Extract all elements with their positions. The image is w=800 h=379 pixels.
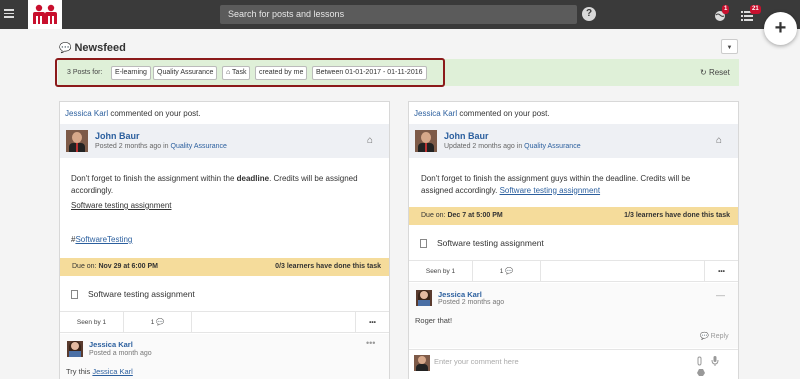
document-icon [71, 290, 78, 300]
comment-mention-link[interactable]: Jessica Karl [92, 367, 132, 376]
microphone-icon[interactable] [711, 356, 719, 366]
comments-count[interactable]: 1 💬 [124, 312, 192, 332]
search-placeholder: Search for posts and lessons [228, 9, 345, 19]
due-bar: Due on: Dec 7 at 5:00 PM 1/3 learners ha… [409, 207, 738, 225]
learners-status: 1/3 learners have done this task [624, 212, 730, 219]
notifications-button[interactable]: 1 [714, 5, 730, 22]
reply-button[interactable]: 💬 Reply [700, 332, 729, 340]
help-icon[interactable]: ? [582, 7, 596, 21]
comments-count-value: 1 [150, 319, 155, 326]
assignment-title: Software testing assignment [88, 289, 195, 299]
comment-text: Roger that! [415, 316, 453, 325]
hashtag: #SoftwareTesting [71, 234, 132, 246]
post-body: Don't forget to finish the assignment gu… [421, 173, 721, 196]
more-options-button[interactable]: ••• [704, 261, 738, 281]
drive-icon[interactable] [697, 369, 705, 376]
comment-author[interactable]: Jessica Karl [89, 340, 133, 349]
due-label: Due on: [421, 212, 448, 219]
page-title: 💬 Newsfeed [59, 42, 126, 54]
notice-user-link[interactable]: Jessica Karl [414, 109, 457, 118]
reply-icon: 💬 [700, 333, 711, 340]
avatar[interactable] [416, 290, 432, 306]
reset-button[interactable]: ↻ Reset [700, 68, 730, 77]
avatar[interactable] [67, 341, 83, 357]
author-name[interactable]: John Baur [95, 131, 140, 141]
avatar [414, 355, 430, 371]
tasks-badge: 21 [750, 5, 761, 14]
paperclip-icon[interactable] [696, 356, 704, 366]
hashtag-link[interactable]: SoftwareTesting [75, 235, 132, 244]
assignment-link[interactable]: Software testing assignment [500, 186, 601, 195]
post-author-row [409, 124, 738, 158]
seen-by[interactable]: Seen by 1 [409, 261, 473, 281]
create-post-button[interactable]: + [764, 12, 797, 45]
due-label: Due on: [72, 263, 99, 270]
avatar[interactable] [415, 130, 437, 152]
app-logo[interactable] [28, 0, 62, 29]
comment-text: Try this Jessica Karl [66, 367, 133, 376]
due-date: Due on: Dec 7 at 5:00 PM [421, 212, 503, 219]
post-body-text: Don't forget to finish the assignment wi… [71, 174, 237, 183]
group-link[interactable]: Quality Assurance [171, 143, 227, 150]
notice-text: commented on your post. [457, 109, 550, 118]
reply-label: Reply [710, 333, 729, 340]
comment-menu-button[interactable]: ••• [366, 338, 375, 348]
filter-icon: ▼ [726, 45, 733, 51]
comments-count-value: 1 [499, 268, 504, 275]
post-notice: Jessica Karl commented on your post. [65, 109, 201, 118]
comment-icon: 💬 [156, 319, 165, 326]
comment-text-pre: Try this [66, 367, 93, 376]
comment-time: Posted 2 months ago [438, 299, 505, 306]
comments-count[interactable]: 1 💬 [473, 261, 541, 281]
assignment-item[interactable]: Software testing assignment [71, 289, 195, 300]
document-icon [420, 239, 427, 249]
tasks-button[interactable]: 21 [741, 5, 761, 22]
post-body-bold: deadline [236, 174, 270, 183]
post-body: Don't forget to finish the assignment wi… [71, 173, 371, 196]
filter-highlight [55, 58, 445, 87]
home-icon: ⌂ [367, 135, 374, 146]
comment-menu-button[interactable]: — [716, 290, 725, 300]
logo-icon [33, 4, 57, 24]
post-time: Posted 2 months ago in [95, 143, 171, 150]
notice-text: commented on your post. [108, 109, 201, 118]
comment-author[interactable]: Jessica Karl [438, 290, 482, 299]
group-link[interactable]: Quality Assurance [524, 143, 580, 150]
comments-icon: 💬 [59, 43, 72, 54]
post-author-row [60, 124, 389, 158]
top-navigation-bar: Search for posts and lessons ? 1 21 [0, 0, 800, 29]
post-time: Updated 2 months ago in [444, 143, 525, 150]
due-bar: Due on: Nov 29 at 6:00 PM 0/3 learners h… [60, 258, 389, 276]
assignment-item[interactable]: Software testing assignment [420, 238, 544, 249]
post-notice: Jessica Karl commented on your post. [414, 109, 550, 118]
comment-time: Posted a month ago [89, 350, 152, 357]
search-input[interactable]: Search for posts and lessons [220, 5, 577, 24]
menu-icon[interactable] [4, 9, 14, 18]
learners-status: 0/3 learners have done this task [275, 263, 381, 270]
assignment-title: Software testing assignment [437, 238, 544, 248]
comment-icon: 💬 [505, 268, 514, 275]
post-stats-row: Seen by 1 1 💬 ••• [60, 311, 389, 333]
post-stats-row: Seen by 1 1 💬 ••• [409, 260, 738, 282]
page-title-text: Newsfeed [74, 42, 126, 54]
avatar[interactable] [66, 130, 88, 152]
post-meta: Posted 2 months ago in Quality Assurance [95, 143, 227, 150]
assignment-link[interactable]: Software testing assignment [71, 200, 172, 212]
filter-button[interactable]: ▼ [721, 39, 738, 54]
home-icon: ⌂ [716, 135, 723, 146]
due-value: Nov 29 at 6:00 PM [98, 263, 158, 270]
more-options-button[interactable]: ••• [355, 312, 389, 332]
reset-label: Reset [708, 68, 730, 77]
due-date: Due on: Nov 29 at 6:00 PM [72, 263, 158, 270]
refresh-icon: ↻ [700, 68, 709, 77]
seen-by[interactable]: Seen by 1 [60, 312, 124, 332]
comment-input[interactable]: Enter your comment here [409, 349, 738, 379]
post-meta: Updated 2 months ago in Quality Assuranc… [444, 143, 581, 150]
notifications-badge: 1 [722, 5, 730, 14]
notice-user-link[interactable]: Jessica Karl [65, 109, 108, 118]
comment-placeholder: Enter your comment here [434, 357, 519, 366]
due-value: Dec 7 at 5:00 PM [447, 212, 503, 219]
author-name[interactable]: John Baur [444, 131, 489, 141]
